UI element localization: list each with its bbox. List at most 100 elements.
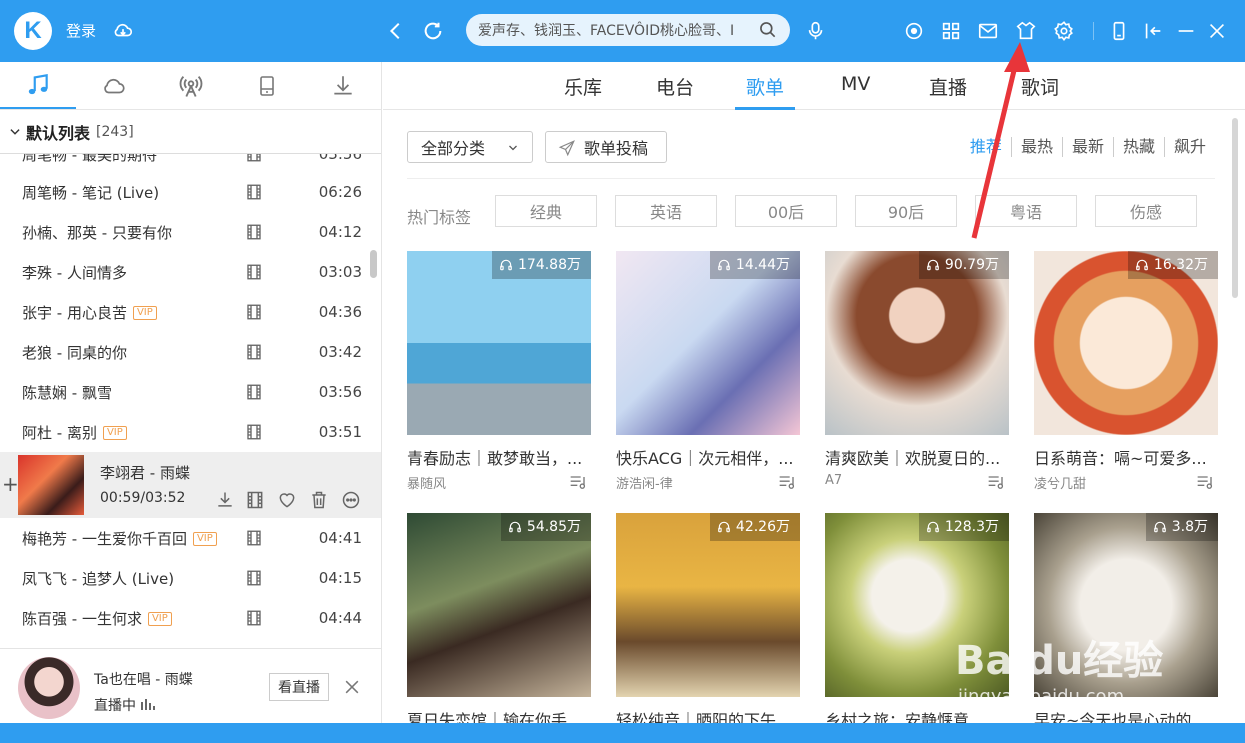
search-box[interactable]: 爱声存、钱润玉、FACEVÔID桃心脸哥、I <box>466 14 790 46</box>
mv-icon[interactable] <box>245 609 263 627</box>
target-icon[interactable] <box>903 20 925 42</box>
download-icon[interactable] <box>215 490 235 510</box>
tab-playlists[interactable]: 歌单 <box>746 73 784 100</box>
search-input[interactable]: 爱声存、钱润玉、FACEVÔID桃心脸哥、I <box>478 20 758 40</box>
skin-shirt-icon[interactable] <box>1015 20 1037 42</box>
song-row[interactable]: 陈百强 - 一生何求 VIP 04:44 <box>0 598 381 638</box>
playlist-cover[interactable]: 14.44万 <box>616 251 800 435</box>
tab-library[interactable]: 乐库 <box>564 73 602 100</box>
apps-grid-icon[interactable] <box>940 20 962 42</box>
back-icon[interactable] <box>385 20 407 42</box>
song-row[interactable]: 陈慧娴 - 飘雪 03:56 <box>0 372 381 412</box>
mv-icon[interactable] <box>245 569 263 587</box>
tab-device[interactable] <box>229 62 305 109</box>
mv-icon[interactable] <box>245 154 263 163</box>
mv-icon[interactable] <box>245 303 263 321</box>
mv-icon[interactable] <box>245 529 263 547</box>
search-icon[interactable] <box>758 20 778 40</box>
collapse-icon[interactable] <box>1142 20 1164 42</box>
close-icon[interactable] <box>1206 20 1228 42</box>
playlist-cover[interactable]: 90.79万 <box>825 251 1009 435</box>
submit-playlist-button[interactable]: 歌单投稿 <box>545 131 667 163</box>
tag-90s[interactable]: 90后 <box>855 195 957 227</box>
playlist-title[interactable]: 早安~今天也是心动的... <box>1034 707 1218 723</box>
playlist-card[interactable]: 14.44万 快乐ACG｜次元相伴，... 游浩闲-律 <box>616 251 800 492</box>
tab-download[interactable] <box>305 62 381 109</box>
close-icon[interactable] <box>342 677 362 697</box>
sort-rising[interactable]: 飙升 <box>1163 137 1215 157</box>
song-row[interactable]: 梅艳芳 - 一生爱你千百回 VIP 04:41 <box>0 518 381 558</box>
more-icon[interactable] <box>341 490 361 510</box>
chevron-down-icon[interactable] <box>8 125 22 139</box>
tab-radio[interactable]: 电台 <box>656 73 694 100</box>
tag-english[interactable]: 英语 <box>615 195 717 227</box>
playlist-cover[interactable]: 16.32万 <box>1034 251 1218 435</box>
playlist-title[interactable]: 清爽欧美｜欢脱夏日的... <box>825 445 1009 469</box>
tab-local-music[interactable] <box>0 62 77 109</box>
now-playing-row[interactable]: + 李翊君 - 雨蝶 00:59/03:52 <box>0 452 381 518</box>
add-icon[interactable]: + <box>2 472 19 496</box>
mv-icon[interactable] <box>245 263 263 281</box>
app-logo[interactable]: K <box>14 12 52 50</box>
watch-live-button[interactable]: 看直播 <box>269 673 329 701</box>
list-scrollbar[interactable] <box>370 250 377 278</box>
streamer-avatar[interactable] <box>18 657 80 719</box>
tag-sad[interactable]: 伤感 <box>1095 195 1197 227</box>
playlist-title[interactable]: 夏日失恋馆｜输在你手... <box>407 707 591 723</box>
tab-lyrics[interactable]: 歌词 <box>1021 73 1059 100</box>
playlist-card[interactable]: 54.85万 夏日失恋馆｜输在你手... <box>407 513 591 723</box>
playlist-card[interactable]: 42.26万 轻松纯音｜晒阳的下午... <box>616 513 800 723</box>
category-dropdown[interactable]: 全部分类 <box>407 131 533 163</box>
heart-icon[interactable] <box>277 490 297 510</box>
playlist-header[interactable]: 默认列表 [243] <box>0 110 381 154</box>
login-link[interactable]: 登录 <box>66 20 96 41</box>
playlist-author[interactable]: 游浩闲-律 <box>616 473 800 492</box>
main-scrollbar[interactable] <box>1232 118 1238 298</box>
sort-hottest[interactable]: 最热 <box>1010 137 1062 157</box>
playlist-cover[interactable]: 42.26万 <box>616 513 800 697</box>
playlist-title[interactable]: 青春励志｜敢梦敢当，... <box>407 445 591 469</box>
add-to-queue-icon[interactable] <box>1196 473 1216 491</box>
mv-icon[interactable] <box>245 223 263 241</box>
tag-00s[interactable]: 00后 <box>735 195 837 227</box>
song-row[interactable]: 凤飞飞 - 追梦人 (Live) 04:15 <box>0 558 381 598</box>
mv-icon[interactable] <box>245 183 263 201</box>
mv-icon[interactable] <box>245 383 263 401</box>
playlist-card[interactable]: 174.88万 青春励志｜敢梦敢当，... 暴随风 <box>407 251 591 492</box>
settings-gear-icon[interactable] <box>1053 20 1075 42</box>
mv-icon[interactable] <box>245 423 263 441</box>
playlist-title[interactable]: 乡村之旅：安静惬意... <box>825 707 1009 723</box>
minimize-icon[interactable] <box>1175 20 1197 42</box>
song-row[interactable]: 李殊 - 人间情多 03:03 <box>0 252 381 292</box>
add-to-queue-icon[interactable] <box>569 473 589 491</box>
playlist-author[interactable]: 凌兮几甜 <box>1034 473 1218 492</box>
tab-live[interactable]: 直播 <box>929 73 967 100</box>
mail-icon[interactable] <box>977 20 999 42</box>
trash-icon[interactable] <box>309 490 329 510</box>
sort-most-saved[interactable]: 热藏 <box>1112 137 1164 157</box>
tag-classic[interactable]: 经典 <box>495 195 597 227</box>
sort-recommended[interactable]: 推荐 <box>961 137 1011 157</box>
sort-newest[interactable]: 最新 <box>1061 137 1113 157</box>
tag-cantonese[interactable]: 粤语 <box>975 195 1077 227</box>
playlist-author[interactable]: A7 <box>825 473 1009 488</box>
playlist-title[interactable]: 轻松纯音｜晒阳的下午... <box>616 707 800 723</box>
song-row[interactable]: 张宇 - 用心良苦 VIP 04:36 <box>0 292 381 332</box>
playlist-card[interactable]: 16.32万 日系萌音：嗝~可爱多... 凌兮几甜 <box>1034 251 1218 492</box>
song-row[interactable]: 周笔畅 - 笔记 (Live) 06:26 <box>0 172 381 212</box>
mv-icon[interactable] <box>245 490 265 510</box>
add-to-queue-icon[interactable] <box>778 473 798 491</box>
tab-radio[interactable] <box>152 62 228 109</box>
voice-search-icon[interactable] <box>805 20 827 42</box>
mv-icon[interactable] <box>245 343 263 361</box>
cloud-sync-icon[interactable] <box>112 19 134 41</box>
mini-mode-icon[interactable] <box>1108 20 1130 42</box>
song-row[interactable]: 阿杜 - 离别 VIP 03:51 <box>0 412 381 452</box>
tab-cloud[interactable] <box>76 62 152 109</box>
song-row[interactable]: 老狼 - 同桌的你 03:42 <box>0 332 381 372</box>
playlist-title[interactable]: 日系萌音：嗝~可爱多... <box>1034 445 1218 469</box>
song-row[interactable]: 周笔畅 - 最美的期待 03:56 <box>0 154 381 174</box>
song-row[interactable]: 孙楠、那英 - 只要有你 04:12 <box>0 212 381 252</box>
tab-mv[interactable]: MV <box>841 73 870 95</box>
playlist-cover[interactable]: 174.88万 <box>407 251 591 435</box>
